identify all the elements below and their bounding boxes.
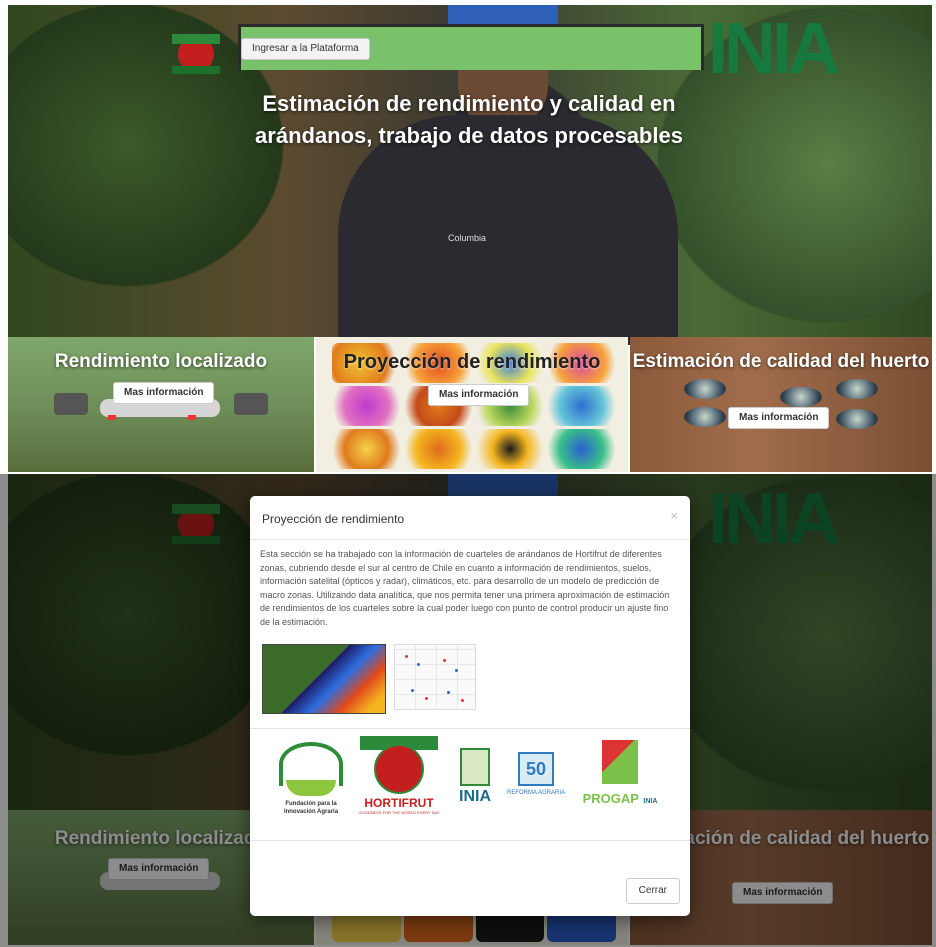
landing-view: Columbia Ingresar a la Plataforma INIA E… <box>0 0 936 472</box>
modal-footer-divider <box>250 840 690 841</box>
drone-rotor <box>54 393 88 415</box>
card-estimacion-calidad: Estimación de calidad del huerto Mas inf… <box>630 337 932 472</box>
more-info-button[interactable]: Mas información <box>728 407 830 429</box>
fia-logo: Fundación para la Innovación Agraria <box>274 742 348 816</box>
blueberry-image <box>780 387 822 407</box>
hero-title: Estimación de rendimiento y calidad en a… <box>255 91 683 148</box>
modal-divider <box>250 728 690 729</box>
scatter-plots-image <box>394 644 476 710</box>
drone-rotor <box>234 393 268 415</box>
hortifrut-logo: HORTIFRUT GOODNESS FOR THE WORLD EVERY D… <box>356 736 442 815</box>
drone-led <box>188 415 196 420</box>
hortifrut-badge-icon <box>172 30 220 78</box>
satellite-analysis-image <box>262 644 386 714</box>
blueberry-image <box>684 379 726 399</box>
card-title: Estimación de calidad del huerto <box>632 351 930 372</box>
card-proyeccion-rendimiento: Proyección de rendimiento Mas informació… <box>316 337 628 472</box>
blueberry-image <box>684 407 726 427</box>
card-title: Proyección de rendimiento <box>343 351 601 373</box>
close-button[interactable]: Cerrar <box>625 878 680 904</box>
reforma-agraria-logo: 50 REFORMA AGRARIA <box>506 752 566 797</box>
drone-led <box>108 415 116 420</box>
progap-logo: PROGAP INIA <box>568 740 672 808</box>
modal-header: Proyección de rendimiento × <box>250 496 690 540</box>
more-info-button[interactable]: Mas información <box>113 382 215 404</box>
modal-title: Proyección de rendimiento <box>262 512 405 526</box>
info-modal: Proyección de rendimiento × Esta sección… <box>250 496 690 916</box>
inia-sponsor-logo: INIA <box>450 748 500 806</box>
modal-view: INIA Rendimiento localizado Mas informac… <box>0 474 936 947</box>
modal-description: Esta sección se ha trabajado con la info… <box>260 549 670 627</box>
card-title: Rendimiento localizado <box>54 351 268 372</box>
blueberry-image <box>836 379 878 399</box>
jacket-brand: Columbia <box>448 233 487 243</box>
close-icon[interactable]: × <box>670 508 678 523</box>
login-button[interactable]: Ingresar a la Plataforma <box>241 38 370 60</box>
inia-logo: INIA <box>708 9 840 89</box>
feature-cards: Rendimiento localizado Mas información P… <box>8 337 932 472</box>
blueberry-image <box>836 409 878 429</box>
card-rendimiento-localizado: Rendimiento localizado Mas información <box>8 337 314 472</box>
more-info-button[interactable]: Mas información <box>428 384 530 406</box>
